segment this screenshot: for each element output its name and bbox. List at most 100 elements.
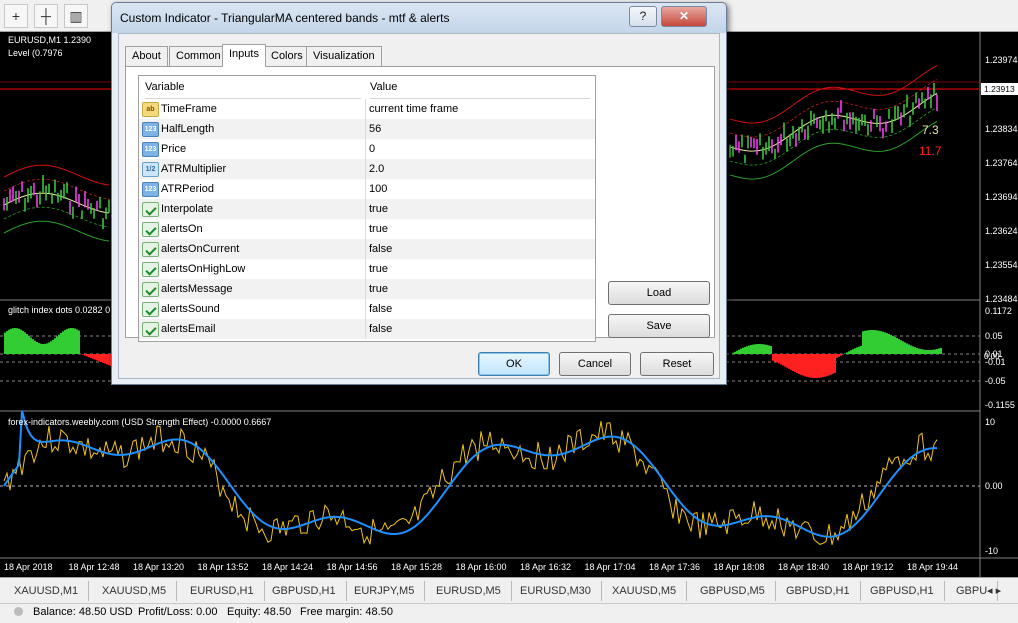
profit-text: Profit/Loss: 0.00 xyxy=(138,606,218,618)
symbol-label: EURUSD,M1 1.2390 xyxy=(8,35,92,45)
input-row-alertssound[interactable]: alertsSound false xyxy=(139,299,595,319)
usd-tick-label: 10 xyxy=(985,417,995,427)
symbol-tab[interactable]: GBPUSD,M5 xyxy=(690,581,776,601)
param-type-123-icon: 123 xyxy=(142,182,159,197)
input-value[interactable]: true xyxy=(369,279,388,299)
input-row-atrmultiplier[interactable]: 1/2 ATRMultiplier 2.0 xyxy=(139,159,595,179)
tab-colors[interactable]: Colors xyxy=(264,46,310,66)
param-type-bool-icon xyxy=(142,222,159,237)
time-axis: 18 Apr 2018 18 Apr 12:48 18 Apr 13:20 18 Ap… xyxy=(4,562,958,572)
input-name: alertsOn xyxy=(161,223,203,235)
ok-button[interactable]: OK xyxy=(478,352,550,376)
input-name: alertsEmail xyxy=(161,323,216,335)
symbol-tab[interactable]: GBPUSD,H1 xyxy=(776,581,861,601)
input-value[interactable]: 100 xyxy=(369,179,387,199)
time-tick-label: 18 Apr 13:52 xyxy=(198,562,249,572)
input-row-halflength[interactable]: 123 HalfLength 56 xyxy=(139,119,595,139)
tab-scroll-arrows-icon[interactable]: ◂ ▸ xyxy=(985,581,1003,601)
symbol-tab[interactable]: XAUUSD,M5 xyxy=(602,581,688,601)
tab-about[interactable]: About xyxy=(125,46,168,66)
input-name: alertsOnCurrent xyxy=(161,243,240,255)
upper-band-line xyxy=(3,164,110,186)
input-name: HalfLength xyxy=(161,123,215,135)
input-value[interactable]: 56 xyxy=(369,119,381,139)
symbol-tab[interactable]: XAUUSD,M1 xyxy=(4,581,90,601)
symbol-tab[interactable]: EURUSD,M30 xyxy=(510,581,602,601)
input-row-atrperiod[interactable]: 123 ATRPeriod 100 xyxy=(139,179,595,199)
price-tick-label: 1.23554 xyxy=(985,260,1018,270)
param-type-123-icon: 123 xyxy=(142,122,159,137)
time-tick-label: 18 Apr 2018 xyxy=(4,562,53,572)
input-value[interactable]: false xyxy=(369,299,392,319)
reset-button[interactable]: Reset xyxy=(640,352,714,376)
symbol-tab[interactable]: EURJPY,M5 xyxy=(344,581,426,601)
input-value[interactable]: false xyxy=(369,239,392,259)
inputs-grid: Variable Value ab TimeFrame current time f… xyxy=(138,75,596,342)
input-name: alertsSound xyxy=(161,303,220,315)
time-tick-label: 18 Apr 16:00 xyxy=(456,562,507,572)
time-tick-label: 18 Apr 13:20 xyxy=(133,562,184,572)
zoom-in-button[interactable]: + xyxy=(4,4,28,28)
time-tick-label: 18 Apr 17:36 xyxy=(649,562,700,572)
price-tick-label: 1.23694 xyxy=(985,192,1018,202)
symbol-tab[interactable]: XAUUSD,M5 xyxy=(92,581,178,601)
input-row-alertsoncurrent[interactable]: alertsOnCurrent false xyxy=(139,239,595,259)
tab-visualization[interactable]: Visualization xyxy=(306,46,382,66)
symbol-tab[interactable]: EURUSD,M5 xyxy=(426,581,512,601)
symbol-tab[interactable]: GBPUSD,H1 xyxy=(860,581,945,601)
help-button[interactable]: ? xyxy=(629,6,657,27)
input-name: Price xyxy=(161,143,187,155)
save-button[interactable]: Save xyxy=(608,314,710,338)
price-tick-label: 1.23974 xyxy=(985,55,1018,65)
column-header-variable[interactable]: Variable xyxy=(145,76,361,99)
input-value[interactable]: true xyxy=(369,259,388,279)
usd-indicator-label: forex-indicators.weebly.com (USD Strengt… xyxy=(8,417,272,427)
time-tick-label: 18 Apr 14:24 xyxy=(262,562,313,572)
tab-inputs[interactable]: Inputs xyxy=(222,44,266,67)
time-tick-label: 18 Apr 19:12 xyxy=(843,562,894,572)
usd-strength-signal-line xyxy=(3,410,937,538)
dialog-titlebar[interactable]: Custom Indicator - TriangularMA centered… xyxy=(112,3,726,33)
current-price-text: 1.23913 xyxy=(984,84,1015,94)
input-name: ATRMultiplier xyxy=(161,163,227,175)
time-tick-label: 18 Apr 18:08 xyxy=(714,562,765,572)
input-row-alertsmessage[interactable]: alertsMessage true xyxy=(139,279,595,299)
crosshair-button[interactable]: ┼ xyxy=(34,4,58,28)
band-value-2: 11.7 xyxy=(919,144,942,158)
input-row-alertsemail[interactable]: alertsEmail false xyxy=(139,319,595,339)
input-row-alertsonhighlow[interactable]: alertsOnHighLow true xyxy=(139,259,595,279)
usd-strength-lines xyxy=(3,410,938,545)
level-label: Level (0.7976 xyxy=(8,48,63,58)
column-header-value[interactable]: Value xyxy=(370,76,590,99)
input-value[interactable]: true xyxy=(369,199,388,219)
param-type-bool-icon xyxy=(142,262,159,277)
input-value[interactable]: current time frame xyxy=(369,99,458,119)
symbol-tab[interactable]: GBPUSD,H1 xyxy=(262,581,347,601)
input-row-price[interactable]: 123 Price 0 xyxy=(139,139,595,159)
input-name: Interpolate xyxy=(161,203,213,215)
cancel-button[interactable]: Cancel xyxy=(559,352,631,376)
input-row-alertson[interactable]: alertsOn true xyxy=(139,219,595,239)
input-value[interactable]: true xyxy=(369,219,388,239)
param-type-bool-icon xyxy=(142,322,159,337)
input-name: alertsOnHighLow xyxy=(161,263,246,275)
usd-tick-label: 0.00 xyxy=(985,481,1003,491)
chart-tool-button[interactable]: ▥ xyxy=(64,4,88,28)
time-tick-label: 18 Apr 19:44 xyxy=(907,562,958,572)
tab-common[interactable]: Common xyxy=(169,46,228,66)
symbol-tab[interactable]: EURUSD,H1 xyxy=(180,581,265,601)
glitch-tick-label: 0.05 xyxy=(985,331,1003,341)
close-icon[interactable]: ✕ xyxy=(661,6,707,27)
status-dot-icon xyxy=(14,607,23,616)
input-value[interactable]: 0 xyxy=(369,139,375,159)
load-button[interactable]: Load xyxy=(608,281,710,305)
free-margin-text: Free margin: 48.50 xyxy=(300,606,393,618)
input-value[interactable]: false xyxy=(369,319,392,339)
usd-axis: 10 0.00 -10 xyxy=(985,417,1003,556)
param-type-bool-icon xyxy=(142,282,159,297)
input-row-interpolate[interactable]: Interpolate true xyxy=(139,199,595,219)
input-row-timeframe[interactable]: ab TimeFrame current time frame xyxy=(139,99,595,119)
time-tick-label: 18 Apr 18:40 xyxy=(778,562,829,572)
input-value[interactable]: 2.0 xyxy=(369,159,384,179)
param-type-bool-icon xyxy=(142,202,159,217)
